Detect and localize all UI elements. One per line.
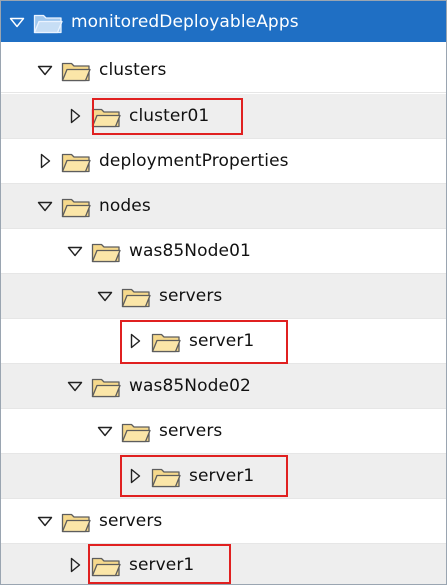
tree-node-label: servers bbox=[159, 421, 223, 441]
tree-view: monitoredDeployableApps clusters cluster… bbox=[0, 0, 447, 585]
folder-icon bbox=[91, 239, 121, 263]
tree-node-label: server1 bbox=[189, 466, 255, 486]
folder-icon bbox=[61, 149, 91, 173]
expanded-arrow-icon[interactable] bbox=[97, 288, 113, 304]
tree-row-monitored-deployable-apps[interactable]: monitoredDeployableApps bbox=[1, 1, 446, 42]
folder-icon bbox=[151, 329, 181, 353]
tree-row-deployment-properties[interactable]: deploymentProperties bbox=[1, 139, 446, 184]
collapsed-arrow-icon[interactable] bbox=[37, 153, 53, 169]
collapsed-arrow-icon[interactable] bbox=[67, 557, 83, 573]
tree-row-was85node02[interactable]: was85Node02 bbox=[1, 364, 446, 409]
tree-row-nodes[interactable]: nodes bbox=[1, 184, 446, 229]
expanded-arrow-icon[interactable] bbox=[67, 378, 83, 394]
tree-node-label: was85Node01 bbox=[129, 241, 251, 261]
expanded-arrow-icon[interactable] bbox=[9, 14, 25, 30]
expanded-arrow-icon[interactable] bbox=[97, 423, 113, 439]
folder-icon bbox=[91, 374, 121, 398]
tree-row-was85node01[interactable]: was85Node01 bbox=[1, 229, 446, 274]
tree-node-label: deploymentProperties bbox=[99, 151, 289, 171]
collapsed-arrow-icon[interactable] bbox=[127, 333, 143, 349]
tree-row-node01-server1[interactable]: server1 bbox=[1, 319, 446, 364]
tree-node-label: monitoredDeployableApps bbox=[71, 11, 299, 32]
tree-node-label: servers bbox=[159, 286, 223, 306]
expanded-arrow-icon[interactable] bbox=[67, 243, 83, 259]
tree-row-node01-servers[interactable]: servers bbox=[1, 274, 446, 319]
folder-icon bbox=[61, 509, 91, 533]
folder-icon bbox=[33, 10, 63, 34]
tree-node-label: clusters bbox=[99, 60, 167, 80]
tree-row-node02-servers[interactable]: servers bbox=[1, 409, 446, 454]
expanded-arrow-icon[interactable] bbox=[37, 198, 53, 214]
tree-row-clusters[interactable]: clusters bbox=[1, 48, 446, 93]
folder-icon bbox=[151, 464, 181, 488]
tree-row-servers[interactable]: servers bbox=[1, 499, 446, 544]
expanded-arrow-icon[interactable] bbox=[37, 62, 53, 78]
folder-icon bbox=[91, 553, 121, 577]
collapsed-arrow-icon[interactable] bbox=[127, 468, 143, 484]
collapsed-arrow-icon[interactable] bbox=[67, 108, 83, 124]
expanded-arrow-icon[interactable] bbox=[37, 513, 53, 529]
tree-node-label: cluster01 bbox=[129, 106, 210, 126]
tree-row-node02-server1[interactable]: server1 bbox=[1, 454, 446, 499]
folder-icon bbox=[121, 284, 151, 308]
tree-node-label: was85Node02 bbox=[129, 376, 251, 396]
tree-row-cluster01[interactable]: cluster01 bbox=[1, 94, 446, 139]
tree-node-label: server1 bbox=[189, 331, 255, 351]
folder-icon bbox=[61, 194, 91, 218]
folder-icon bbox=[91, 104, 121, 128]
folder-icon bbox=[61, 58, 91, 82]
tree-node-label: nodes bbox=[99, 196, 151, 216]
tree-node-label: server1 bbox=[129, 554, 195, 575]
tree-node-label: servers bbox=[99, 511, 163, 531]
folder-icon bbox=[121, 419, 151, 443]
tree-row-servers-server1[interactable]: server1 bbox=[1, 544, 446, 584]
